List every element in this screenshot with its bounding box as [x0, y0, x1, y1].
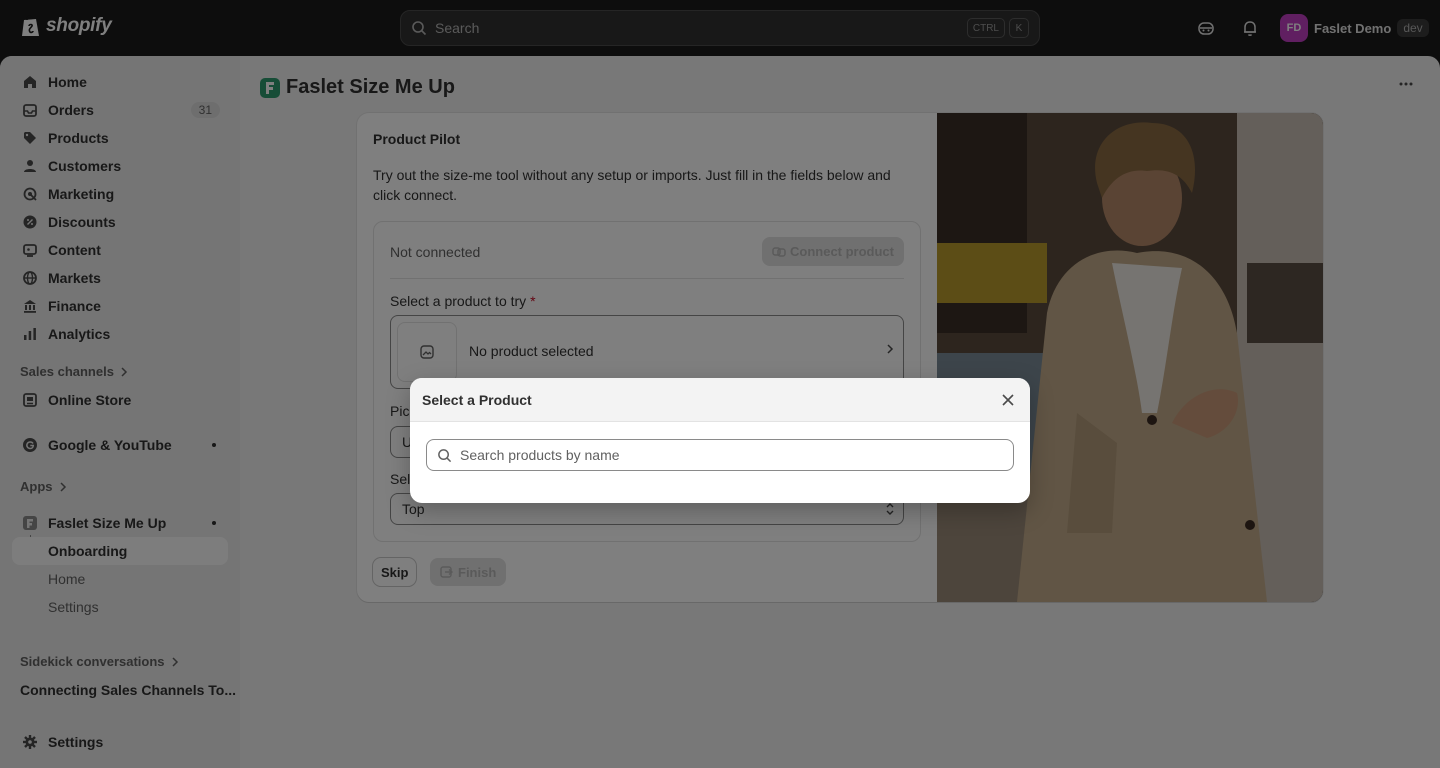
- product-search-input[interactable]: [460, 447, 1003, 463]
- modal-title: Select a Product: [422, 391, 532, 408]
- close-icon: [1002, 393, 1014, 406]
- modal-close-button[interactable]: [998, 390, 1018, 410]
- select-product-modal: Select a Product: [410, 378, 1030, 503]
- search-icon: [438, 448, 452, 462]
- modal-header: Select a Product: [410, 378, 1030, 422]
- product-search-field[interactable]: [426, 439, 1014, 471]
